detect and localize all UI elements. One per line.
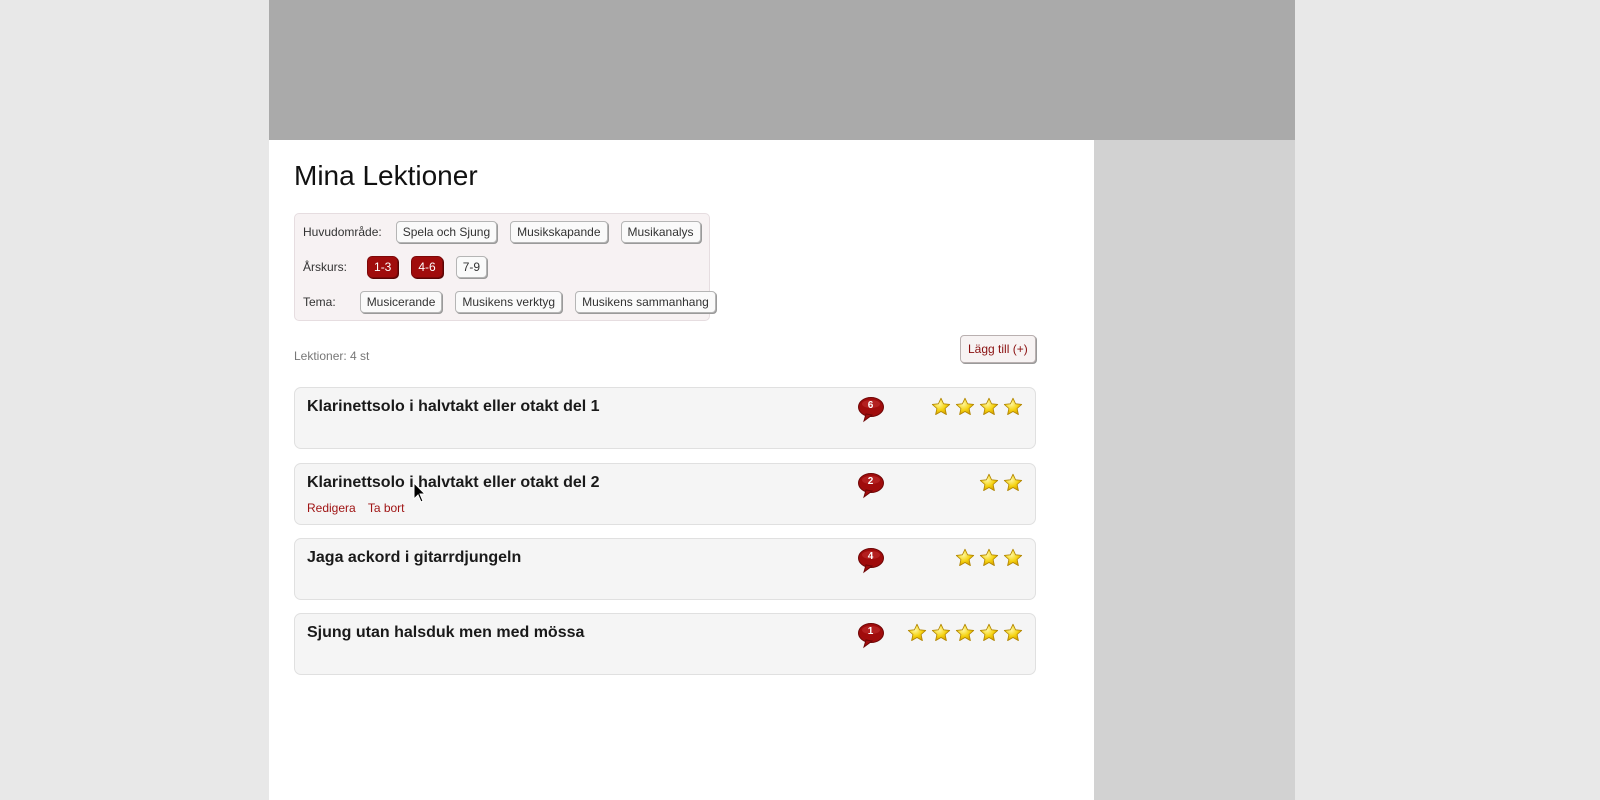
filter-chip-spela-och-sjung[interactable]: Spela och Sjung [395,221,498,243]
filter-chip-musikens-verktyg[interactable]: Musikens verktyg [455,291,563,313]
edit-link[interactable]: Redigera [307,501,356,515]
filter-row-theme: Tema: Musicerande Musikens verktyg Musik… [303,291,729,313]
star-rating [927,397,1023,417]
star-rating [975,473,1023,493]
filter-row-grade: Årskurs: 1-3 4-6 7-9 [303,256,500,278]
star-icon [1003,623,1023,643]
lesson-card[interactable]: Klarinettsolo i halvtakt eller otakt del… [294,463,1036,525]
star-icon [979,473,999,493]
filter-label-area: Huvudområde: [303,225,382,239]
filter-chip-musikens-sammanhang[interactable]: Musikens sammanhang [575,291,716,313]
star-icon [955,623,975,643]
main-content: Mina Lektioner Huvudområde: Spela och Sj… [269,140,1094,800]
filter-chip-grade-7-9[interactable]: 7-9 [455,256,488,278]
star-icon [955,397,975,417]
comment-bubble-icon[interactable]: 2 [858,473,885,499]
filter-chip-musikanalys[interactable]: Musikanalys [620,221,701,243]
lesson-title[interactable]: Klarinettsolo i halvtakt eller otakt del… [307,398,600,416]
site-container: Mina Lektioner Huvudområde: Spela och Sj… [269,0,1295,800]
star-rating [951,548,1023,568]
lesson-title[interactable]: Sjung utan halsduk men med mössa [307,624,584,642]
header-banner [269,0,1295,140]
right-sidebar [1094,140,1295,800]
comment-bubble-icon[interactable]: 1 [858,623,885,649]
add-lesson-button[interactable]: Lägg till (+) [960,335,1036,363]
star-icon [955,548,975,568]
filter-label-grade: Årskurs: [303,260,348,274]
page-title: Mina Lektioner [294,160,478,191]
delete-link[interactable]: Ta bort [368,501,405,515]
filter-chip-musicerande[interactable]: Musicerande [359,291,443,313]
star-icon [1003,473,1023,493]
star-icon [907,623,927,643]
star-icon [1003,548,1023,568]
filter-row-area: Huvudområde: Spela och Sjung Musikskapan… [303,221,714,243]
lesson-card[interactable]: Klarinettsolo i halvtakt eller otakt del… [294,387,1036,449]
comment-bubble-icon[interactable]: 4 [858,548,885,574]
lesson-title[interactable]: Klarinettsolo i halvtakt eller otakt del… [307,474,600,492]
mouse-cursor-icon [413,482,427,503]
lesson-actions: Redigera Ta bort [307,501,414,515]
filter-chip-musikskapande[interactable]: Musikskapande [510,221,608,243]
comment-count: 6 [867,400,874,411]
filter-chip-grade-1-3[interactable]: 1-3 [367,256,399,278]
filter-label-theme: Tema: [303,295,336,309]
star-icon [979,623,999,643]
star-icon [931,397,951,417]
star-icon [1003,397,1023,417]
filter-chip-grade-4-6[interactable]: 4-6 [411,256,443,278]
comment-count: 2 [867,476,874,487]
lesson-title[interactable]: Jaga ackord i gitarrdjungeln [307,549,521,567]
lesson-card[interactable]: Jaga ackord i gitarrdjungeln 4 [294,538,1036,600]
filter-panel: Huvudområde: Spela och Sjung Musikskapan… [294,213,716,321]
lesson-card[interactable]: Sjung utan halsduk men med mössa 1 [294,613,1036,675]
star-icon [931,623,951,643]
lesson-count: Lektioner: 4 st [294,349,370,363]
comment-count: 4 [867,551,874,562]
comment-count: 1 [867,626,874,637]
comment-bubble-icon[interactable]: 6 [858,397,885,423]
star-icon [979,397,999,417]
star-icon [979,548,999,568]
star-rating [903,623,1023,643]
